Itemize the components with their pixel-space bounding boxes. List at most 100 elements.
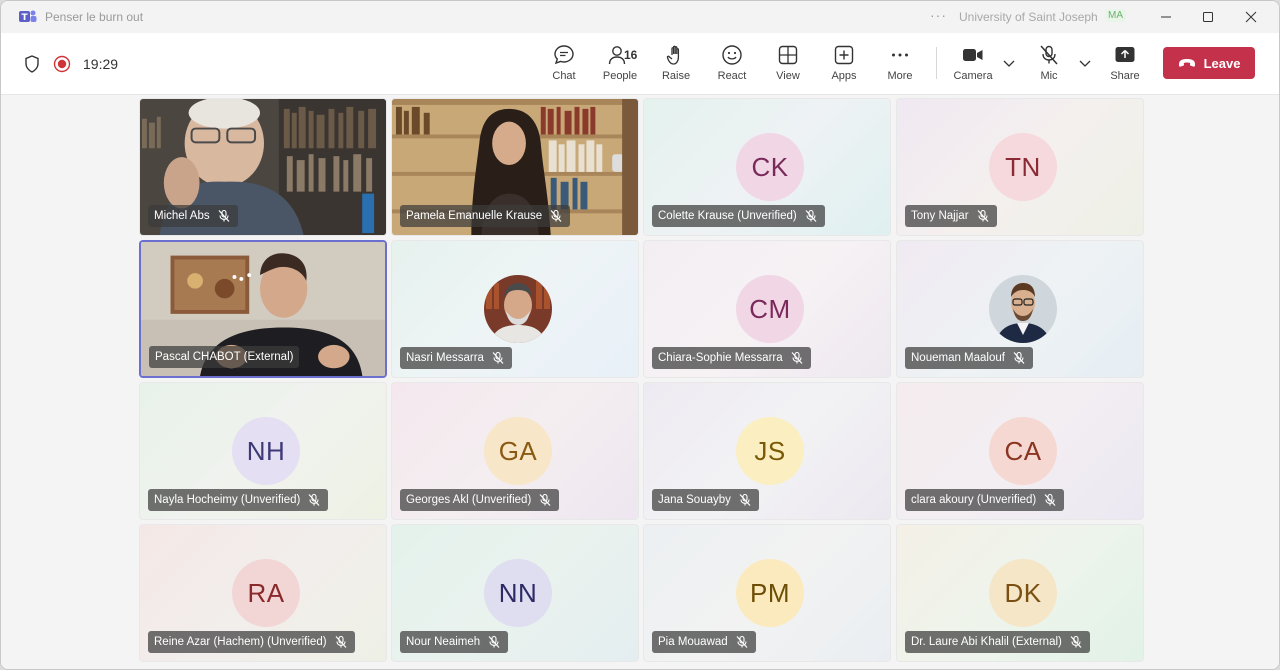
- mic-muted-icon: [488, 635, 500, 648]
- participant-tile-colette-krause[interactable]: CK Colette Krause (Unverified): [643, 98, 891, 236]
- share-screen-icon: [1112, 43, 1138, 67]
- mic-muted-icon: [1070, 635, 1082, 648]
- participant-name-badge: Chiara-Sophie Messarra: [652, 347, 811, 369]
- participant-tile-chiara-sophie-messarra[interactable]: CM Chiara-Sophie Messarra: [643, 240, 891, 378]
- mic-muted-icon: [1013, 351, 1025, 364]
- leave-button[interactable]: Leave: [1163, 47, 1255, 79]
- participant-name: Michel Abs: [154, 210, 210, 222]
- participant-name: Nour Neaimeh: [406, 636, 481, 648]
- organization-name[interactable]: University of Saint Joseph: [959, 10, 1098, 24]
- maximize-button[interactable]: [1193, 5, 1223, 29]
- people-label: People: [602, 70, 638, 82]
- mic-muted-icon: [550, 209, 562, 222]
- participant-tile-laure-abi-khalil[interactable]: DK Dr. Laure Abi Khalil (External): [896, 524, 1144, 662]
- mic-muted-icon: [739, 493, 751, 506]
- mic-muted-icon: [218, 209, 230, 222]
- apps-button[interactable]: Apps: [819, 43, 869, 89]
- more-horizontal-icon: [887, 43, 913, 67]
- participant-tile-michel-abs[interactable]: Michel Abs: [139, 98, 387, 236]
- hand-icon: [663, 43, 689, 67]
- participant-tile-noueman-maalouf[interactable]: Noueman Maalouf: [896, 240, 1144, 378]
- raise-hand-button[interactable]: Raise: [651, 43, 701, 89]
- share-button[interactable]: Share: [1100, 43, 1150, 89]
- svg-text:T: T: [22, 13, 29, 23]
- participant-tile-nour-neaimeh[interactable]: NN Nour Neaimeh: [391, 524, 639, 662]
- title-more-icon[interactable]: ···: [930, 7, 947, 23]
- mic-muted-icon: [805, 209, 817, 222]
- participant-name: Pascal CHABOT (External): [155, 351, 294, 363]
- participant-tile-clara-akoury[interactable]: CA clara akoury (Unverified): [896, 382, 1144, 520]
- react-button[interactable]: React: [707, 43, 757, 89]
- camera-label: Camera: [953, 70, 993, 82]
- participant-name-badge: Nour Neaimeh: [400, 631, 509, 653]
- participant-tile-nasri-messarra[interactable]: Nasri Messarra: [391, 240, 639, 378]
- participant-name: Colette Krause (Unverified): [658, 210, 797, 222]
- participant-name-badge: Colette Krause (Unverified): [652, 205, 825, 227]
- participant-tile-pamela-emanuelle-krause[interactable]: Pamela Emanuelle Krause: [391, 98, 639, 236]
- mic-muted-icon: [335, 635, 347, 648]
- teams-logo-icon: T: [19, 9, 37, 25]
- participant-initials-avatar: CM: [736, 275, 804, 343]
- participant-tile-tony-najjar[interactable]: TN Tony Najjar: [896, 98, 1144, 236]
- mic-off-icon: [1036, 43, 1062, 67]
- participant-name: Pamela Emanuelle Krause: [406, 210, 543, 222]
- meeting-toolbar: 19:29 Chat People 16 Raise React View Ap…: [1, 33, 1279, 95]
- people-count: 16: [624, 48, 638, 62]
- participant-initials-avatar: TN: [989, 133, 1057, 201]
- participant-initials-avatar: NH: [232, 417, 300, 485]
- camera-button[interactable]: Camera: [948, 43, 998, 89]
- view-label: View: [776, 70, 800, 82]
- mic-muted-icon: [492, 351, 504, 364]
- teams-meeting-window: T Penser le burn out ··· University of S…: [0, 0, 1280, 670]
- participant-tile-nayla-hocheimy[interactable]: NH Nayla Hocheimy (Unverified): [139, 382, 387, 520]
- close-window-button[interactable]: [1236, 5, 1266, 29]
- minimize-button[interactable]: [1151, 5, 1181, 29]
- participant-tile-pascal-chabot[interactable]: Pascal CHABOT (External): [139, 240, 387, 378]
- participant-name-badge: Georges Akl (Unverified): [400, 489, 560, 511]
- user-avatar-badge[interactable]: MA: [1105, 9, 1126, 22]
- participant-initials-avatar: DK: [989, 559, 1057, 627]
- participant-tile-jana-souayby[interactable]: JS Jana Souayby: [643, 382, 891, 520]
- participant-name: clara akoury (Unverified): [911, 494, 1037, 506]
- mic-muted-icon: [791, 351, 803, 364]
- participant-name-badge: Pamela Emanuelle Krause: [400, 205, 571, 227]
- camera-options-chevron-icon[interactable]: [1002, 57, 1016, 71]
- participant-name: Tony Najjar: [911, 210, 969, 222]
- shield-icon[interactable]: [22, 54, 42, 74]
- participant-tile-reine-azar[interactable]: RA Reine Azar (Hachem) (Unverified): [139, 524, 387, 662]
- participant-name-badge: Pia Mouawad: [652, 631, 756, 653]
- participant-name: Nayla Hocheimy (Unverified): [154, 494, 301, 506]
- participant-name-badge: Nasri Messarra: [400, 347, 512, 369]
- participant-name-badge: Noueman Maalouf: [905, 347, 1033, 369]
- participant-name: Jana Souayby: [658, 494, 731, 506]
- video-camera-icon: [960, 43, 986, 67]
- toolbar-divider: [936, 47, 937, 79]
- chat-button[interactable]: Chat: [539, 43, 589, 89]
- smiley-icon: [719, 43, 745, 67]
- add-app-icon: [831, 43, 857, 67]
- participant-initials-avatar: RA: [232, 559, 300, 627]
- hang-up-icon: [1178, 59, 1195, 67]
- participant-name: Chiara-Sophie Messarra: [658, 352, 783, 364]
- more-button[interactable]: More: [875, 43, 925, 89]
- mic-muted-icon: [1044, 493, 1056, 506]
- mic-muted-icon: [977, 209, 988, 222]
- raise-label: Raise: [661, 70, 691, 82]
- participant-name-badge: Michel Abs: [148, 205, 238, 227]
- participant-tile-pia-mouawad[interactable]: PM Pia Mouawad: [643, 524, 891, 662]
- mic-muted-icon: [308, 493, 320, 506]
- mic-options-chevron-icon[interactable]: [1078, 57, 1092, 71]
- window-title: Penser le burn out: [45, 10, 144, 24]
- participant-name-badge: Tony Najjar: [905, 205, 997, 227]
- participant-tile-georges-akl[interactable]: GA Georges Akl (Unverified): [391, 382, 639, 520]
- participant-initials-avatar: JS: [736, 417, 804, 485]
- view-button[interactable]: View: [763, 43, 813, 89]
- mic-muted-icon: [736, 635, 748, 648]
- participant-initials-avatar: GA: [484, 417, 552, 485]
- more-label: More: [887, 70, 913, 82]
- participant-name: Georges Akl (Unverified): [406, 494, 532, 506]
- mic-button[interactable]: Mic: [1024, 43, 1074, 89]
- people-button[interactable]: People: [595, 43, 645, 89]
- participant-name: Pia Mouawad: [658, 636, 728, 648]
- apps-label: Apps: [831, 70, 857, 82]
